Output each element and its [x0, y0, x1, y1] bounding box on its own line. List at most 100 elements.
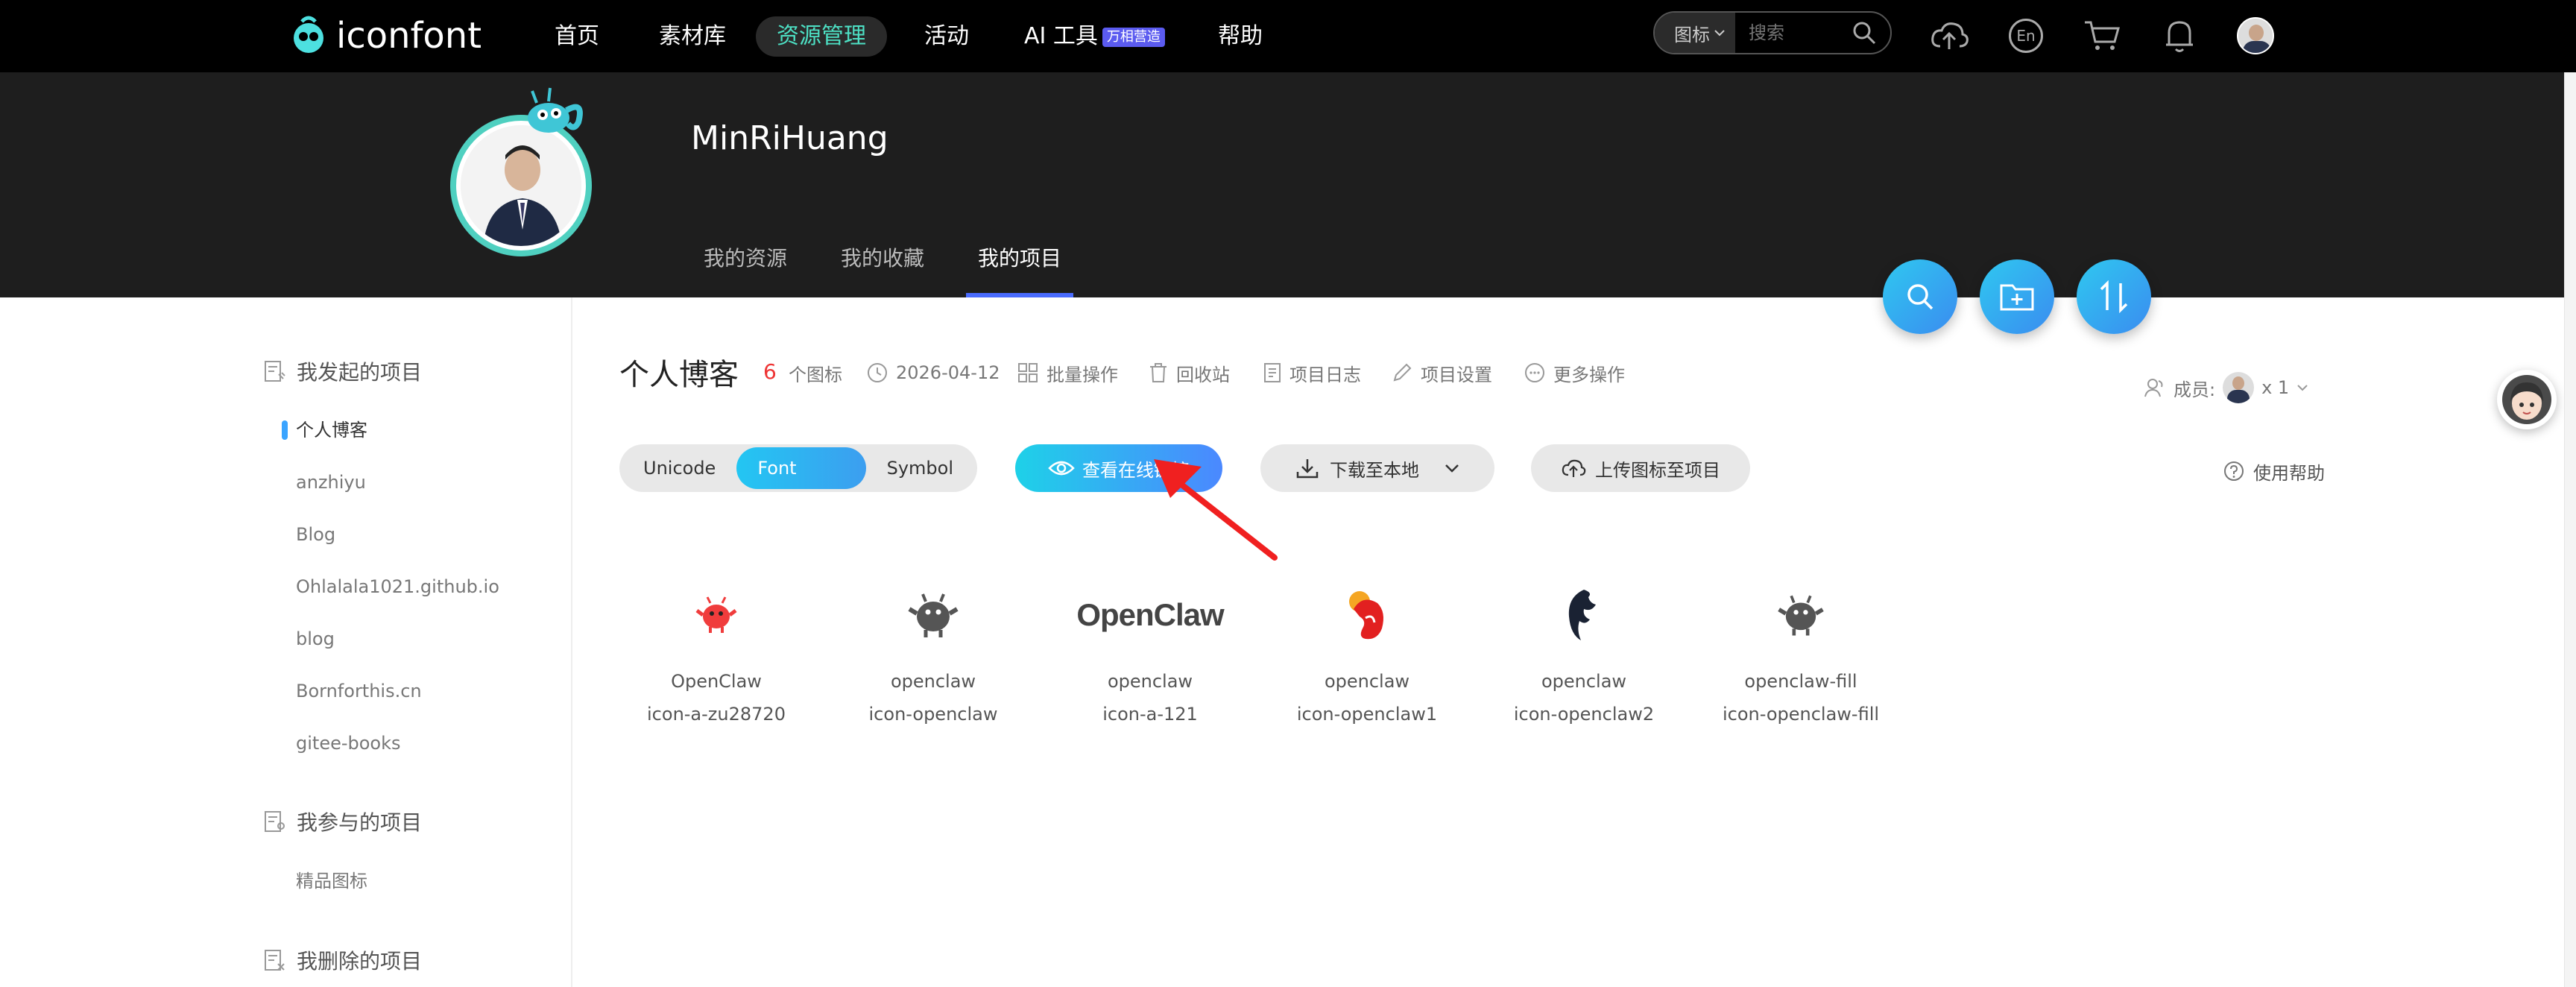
download-icon [1296, 459, 1319, 479]
chevron-down-icon[interactable] [1445, 464, 1459, 473]
cart-icon[interactable] [2080, 13, 2124, 58]
usage-help-link[interactable]: 使用帮助 [2223, 456, 2325, 486]
icon-name: openclaw [1324, 671, 1410, 692]
sidebar-item-personal-blog[interactable]: 个人博客 [296, 415, 367, 445]
search-icon[interactable] [1852, 20, 1877, 45]
trash-icon [1150, 363, 1167, 382]
icon-card[interactable]: openclaw icon-openclaw [836, 581, 1030, 760]
icon-card[interactable]: OpenClaw icon-a-zu28720 [619, 581, 813, 760]
sidebar-item-premium-icons[interactable]: 精品图标 [296, 866, 367, 896]
batch-operation-button[interactable]: 批量操作 [1017, 358, 1118, 388]
icon-code: icon-a-121 [1102, 704, 1198, 725]
annotation-arrow [1154, 459, 1278, 561]
search-project-button[interactable] [1883, 259, 1957, 334]
page-scrollbar[interactable] [2564, 72, 2576, 987]
username: MinRiHuang [691, 119, 888, 157]
project-title: 个人博客 [619, 358, 739, 392]
sidebar-item-anzhiyu[interactable]: anzhiyu [296, 467, 366, 497]
icon-code: icon-openclaw-fill [1722, 704, 1880, 725]
eye-icon [1048, 461, 1075, 476]
sidebar-section-created[interactable]: 我发起的项目 [262, 356, 422, 386]
bell-icon[interactable] [2157, 13, 2202, 58]
more-actions-button[interactable]: 更多操作 [1524, 358, 1625, 388]
sidebar-item-ohlalala[interactable]: Ohlalala1021.github.io [296, 572, 499, 602]
help-icon [2224, 461, 2244, 481]
format-font-class[interactable]: Font class [736, 447, 866, 520]
sort-icon [2100, 280, 2128, 313]
project-sidebar [0, 297, 572, 987]
assistant-avatar[interactable] [2497, 370, 2557, 429]
logo-icon [294, 16, 323, 53]
nav-home[interactable]: 首页 [534, 16, 620, 57]
openclaw-claw-red-icon [1333, 581, 1401, 649]
language-icon[interactable]: En [2004, 13, 2048, 58]
upload-cloud-icon[interactable] [1927, 13, 1972, 58]
profile-header [0, 72, 2576, 297]
sidebar-section-deleted[interactable]: 我删除的项目 [262, 945, 422, 975]
openclaw-mascot-gray-icon [900, 581, 967, 649]
icon-count-label: 个图标 [789, 364, 842, 385]
grid-icon [1018, 363, 1038, 382]
tab-my-projects[interactable]: 我的项目 [966, 235, 1073, 297]
nav-material[interactable]: 素材库 [638, 16, 747, 57]
chevron-down-icon [2297, 385, 2308, 391]
assistant-face-icon [2502, 375, 2551, 424]
icon-code: icon-a-zu28720 [647, 704, 786, 725]
project-list-icon [265, 361, 285, 382]
sidebar-item-bornforthis[interactable]: Bornforthis.cn [296, 676, 422, 706]
nav-help[interactable]: 帮助 [1197, 16, 1284, 57]
clock-icon [868, 363, 887, 382]
sidebar-section-joined[interactable]: 我参与的项目 [262, 807, 422, 836]
tab-my-resources[interactable]: 我的资源 [704, 235, 787, 297]
sort-button[interactable] [2077, 259, 2151, 334]
project-log-button[interactable]: 项目日志 [1263, 358, 1361, 388]
search-type-label: 图标 [1674, 24, 1710, 45]
more-icon [1525, 363, 1544, 382]
recycle-bin-button[interactable]: 回收站 [1148, 358, 1230, 388]
folder-add-icon [2000, 284, 2034, 311]
icon-code: icon-openclaw2 [1513, 704, 1655, 725]
search-input[interactable] [1747, 22, 1852, 44]
format-symbol[interactable]: Symbol [866, 447, 974, 489]
icon-card[interactable]: openclaw icon-openclaw2 [1487, 581, 1681, 760]
sidebar-item-gitee-books[interactable]: gitee-books [296, 728, 401, 758]
nav-ai-tools[interactable]: AI 工具 万相营造 [1003, 16, 1186, 57]
tab-my-favorites[interactable]: 我的收藏 [841, 235, 924, 297]
format-switch: Unicode Font class Symbol [619, 444, 977, 520]
icon-card[interactable]: openclaw icon-openclaw1 [1270, 581, 1464, 760]
icon-name: openclaw [890, 671, 976, 692]
openclaw-fill-icon [1767, 581, 1834, 649]
new-project-button[interactable] [1980, 259, 2054, 334]
openclaw-mascot-icon [683, 581, 750, 649]
project-settings-button[interactable]: 项目设置 [1391, 358, 1492, 388]
sidebar-section-title: 我发起的项目 [297, 360, 423, 385]
iconfont-logo[interactable]: iconfont [285, 6, 482, 66]
sidebar-item-blog-upper[interactable]: Blog [296, 520, 335, 549]
format-unicode[interactable]: Unicode [622, 447, 736, 489]
nav-resource-management[interactable]: 资源管理 [756, 16, 887, 57]
icon-card[interactable]: openclaw-fill icon-openclaw-fill [1704, 581, 1898, 760]
members-icon [2144, 379, 2163, 397]
project-list-icon [265, 811, 285, 832]
project-list-icon [265, 950, 285, 971]
icon-count: 6 [763, 359, 777, 384]
logo-text: iconfont [336, 15, 482, 57]
sidebar-item-blog-lower[interactable]: blog [296, 624, 335, 654]
nav-activity[interactable]: 活动 [903, 16, 990, 57]
openclaw-wordmark-icon: OpenClaw [1076, 597, 1224, 632]
sidebar-section-title: 我参与的项目 [297, 810, 423, 835]
search-icon [1907, 284, 1933, 310]
user-avatar[interactable] [2233, 13, 2278, 58]
member-avatar [2223, 372, 2255, 403]
search-type-dropdown[interactable]: 图标 [1655, 13, 1735, 53]
pencil-icon [1393, 363, 1412, 382]
icon-name: openclaw [1541, 671, 1627, 692]
sidebar-section-title: 我删除的项目 [297, 949, 423, 974]
project-members[interactable]: 成员: x 1 [2144, 372, 2308, 403]
upload-icons-button[interactable]: 上传图标至项目 [1531, 444, 1750, 492]
icon-name: openclaw [1107, 671, 1193, 692]
document-icon [1264, 363, 1281, 382]
icon-card[interactable]: OpenClaw openclaw icon-a-121 [1053, 581, 1247, 760]
download-button[interactable]: 下载至本地 [1260, 444, 1494, 492]
mascot-icon [507, 85, 596, 145]
